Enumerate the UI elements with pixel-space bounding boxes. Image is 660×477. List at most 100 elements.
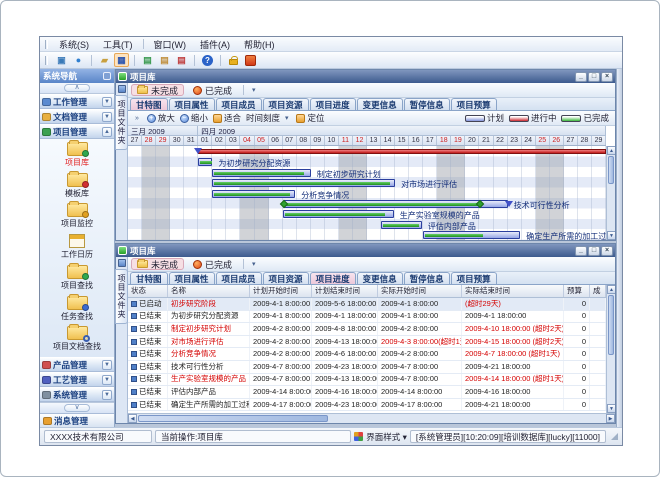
menu-item-4[interactable]: 帮助(H) <box>237 37 282 52</box>
report-edit-icon[interactable]: ▤ <box>157 53 172 67</box>
scroll-thumb[interactable] <box>138 415 328 422</box>
gantt-vertical-scrollbar[interactable]: ▲▼ <box>606 146 615 240</box>
project-folders-tab[interactable]: 项目文件夹 <box>115 269 128 324</box>
scroll-left-arrow[interactable]: ◀ <box>128 414 137 423</box>
sidebar-item-3[interactable]: 工作日历 <box>40 234 114 265</box>
column-header-2[interactable]: 计划开始时间 <box>250 285 312 297</box>
sidebar-section-0[interactable]: 工作管理▼ <box>40 94 114 109</box>
sidebar-item-message-management[interactable]: 消息管理 <box>40 413 114 427</box>
collapse-up-button[interactable]: ∧ <box>64 84 90 92</box>
section-expand-button[interactable]: ▼ <box>102 390 112 400</box>
connect-icon[interactable]: ▣ <box>54 53 69 67</box>
menu-item-2[interactable]: 窗口(W) <box>147 37 194 52</box>
scroll-thumb[interactable] <box>608 295 614 355</box>
tab-0[interactable]: 甘特图 <box>130 272 168 284</box>
tab-6[interactable]: 暂停信息 <box>404 98 450 110</box>
tab-1[interactable]: 项目属性 <box>169 272 215 284</box>
filter-finished[interactable]: 已完成 <box>187 258 238 270</box>
table-row[interactable]: 已启动初步研究阶段2009-4-1 8:00:002009-5-6 18:00:… <box>128 298 606 311</box>
tab-5[interactable]: 变更信息 <box>357 272 403 284</box>
close-button[interactable]: × <box>601 246 613 256</box>
report-delete-icon[interactable]: ▤ <box>174 53 189 67</box>
child-title-bar[interactable]: 项目库_□× <box>116 244 615 257</box>
toolbar-more-button[interactable]: » <box>132 115 142 122</box>
filter-more-button[interactable]: ▾ <box>249 260 259 268</box>
section-collapse-button[interactable]: ▲ <box>102 127 112 137</box>
task-bar[interactable] <box>381 221 422 229</box>
sidebar-section-4[interactable]: 工艺管理▼ <box>40 372 114 387</box>
column-header-7[interactable]: 成 <box>590 285 606 297</box>
restore-button[interactable]: □ <box>588 72 600 82</box>
column-header-3[interactable]: 计划结束时间 <box>312 285 378 297</box>
filter-more-button[interactable]: ▾ <box>249 86 259 94</box>
save-icon[interactable]: ▦ <box>114 53 129 67</box>
task-bar[interactable] <box>212 190 295 198</box>
task-bar[interactable] <box>212 179 395 187</box>
interface-style-button[interactable]: 界面样式 ▾ <box>366 431 407 443</box>
task-bar[interactable] <box>212 169 310 177</box>
fit-button[interactable]: 适合 <box>213 112 241 124</box>
task-bar[interactable] <box>283 210 394 218</box>
table-row[interactable]: 已结束对市场进行评估2009-4-2 8:00:002009-4-13 18:0… <box>128 336 606 349</box>
mdi-right-scroll-strip[interactable] <box>616 69 622 427</box>
table-row[interactable]: 已结束生产实验室规模的产品2009-4-7 8:00:002009-4-13 1… <box>128 374 606 387</box>
column-header-6[interactable]: 预算 <box>564 285 590 297</box>
help-icon[interactable]: ? <box>200 53 215 67</box>
table-vertical-scrollbar[interactable]: ▲▼ <box>606 285 615 413</box>
locate-button[interactable]: 定位 <box>296 112 324 124</box>
task-bar[interactable] <box>283 200 508 208</box>
section-expand-button[interactable]: ▼ <box>102 375 112 385</box>
table-row[interactable]: 已结束技术可行性分析2009-4-7 8:00:002009-4-23 18:0… <box>128 361 606 374</box>
tab-5[interactable]: 变更信息 <box>357 98 403 110</box>
tab-7[interactable]: 项目预算 <box>451 272 497 284</box>
tab-2[interactable]: 项目成员 <box>216 98 262 110</box>
sidebar-item-5[interactable]: 任务查找 <box>40 296 114 327</box>
menu-item-3[interactable]: 插件(A) <box>193 37 237 52</box>
sidebar-item-0[interactable]: 项目库 <box>40 142 114 173</box>
table-horizontal-scrollbar[interactable]: ◀▶ <box>128 413 615 423</box>
minimize-button[interactable]: _ <box>575 246 587 256</box>
child-title-bar[interactable]: 项目库_□× <box>116 70 615 83</box>
project-folders-tab[interactable]: 项目文件夹 <box>115 95 128 150</box>
restore-button[interactable]: □ <box>588 246 600 256</box>
table-row[interactable]: 已结束制定初步研究计划2009-4-2 8:00:002009-4-8 18:0… <box>128 323 606 336</box>
filter-unfinished[interactable]: 未完成 <box>131 84 184 96</box>
collapse-down-button[interactable]: ∨ <box>64 404 90 412</box>
lock-icon[interactable] <box>226 53 241 67</box>
globe-icon[interactable]: ● <box>71 53 86 67</box>
tab-1[interactable]: 项目属性 <box>169 98 215 110</box>
tab-4[interactable]: 项目进度 <box>310 98 356 110</box>
pin-icon[interactable] <box>103 72 111 80</box>
scroll-up-arrow[interactable]: ▲ <box>607 285 615 294</box>
sidebar-section-5[interactable]: 系统管理▼ <box>40 387 114 402</box>
section-expand-button[interactable]: ▼ <box>102 360 112 370</box>
section-expand-button[interactable]: ▼ <box>102 97 112 107</box>
sidebar-item-2[interactable]: 项目监控 <box>40 203 114 234</box>
sidebar-item-4[interactable]: 项目查找 <box>40 265 114 296</box>
tab-7[interactable]: 项目预算 <box>451 98 497 110</box>
menu-item-1[interactable]: 工具(T) <box>96 37 140 52</box>
filter-unfinished[interactable]: 未完成 <box>131 258 184 270</box>
tab-3[interactable]: 项目资源 <box>263 98 309 110</box>
minimize-button[interactable]: _ <box>575 72 587 82</box>
report-add-icon[interactable]: ▤ <box>140 53 155 67</box>
tab-3[interactable]: 项目资源 <box>263 272 309 284</box>
scroll-down-arrow[interactable]: ▼ <box>607 231 615 240</box>
timescale-button[interactable]: 时间刻度▾ <box>246 112 292 124</box>
tab-0[interactable]: 甘特图 <box>130 98 168 110</box>
exit-icon[interactable] <box>243 53 258 67</box>
sidebar-section-2[interactable]: 项目管理▲ <box>40 124 114 139</box>
table-row[interactable]: 已结束确定生产所需的加工过程2009-4-17 8:00:002009-4-23… <box>128 399 606 412</box>
task-bar[interactable] <box>423 231 520 239</box>
resize-grip[interactable] <box>611 433 618 440</box>
task-bar[interactable] <box>198 158 212 166</box>
sidebar-section-3[interactable]: 产品管理▼ <box>40 357 114 372</box>
scroll-up-arrow[interactable]: ▲ <box>607 146 615 155</box>
scroll-right-arrow[interactable]: ▶ <box>606 414 615 423</box>
table-row[interactable]: 已结束分析竞争情况2009-4-2 8:00:002009-4-6 18:00:… <box>128 348 606 361</box>
section-expand-button[interactable]: ▼ <box>102 112 112 122</box>
column-header-1[interactable]: 名称 <box>168 285 250 297</box>
tab-6[interactable]: 暂停信息 <box>404 272 450 284</box>
table-row[interactable]: 已结束为初步研究分配资源2009-4-1 8:00:002009-4-1 18:… <box>128 311 606 324</box>
close-button[interactable]: × <box>601 72 613 82</box>
